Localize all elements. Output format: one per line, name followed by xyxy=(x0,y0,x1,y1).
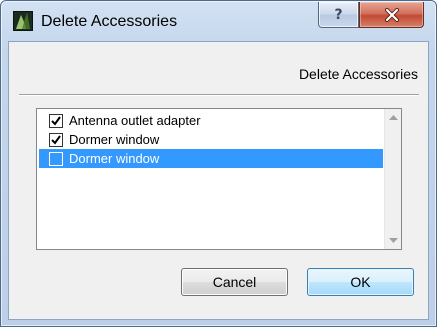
window-title: Delete Accessories xyxy=(41,13,178,30)
cancel-button[interactable]: Cancel xyxy=(181,268,288,296)
arrow-up-icon xyxy=(389,114,398,120)
ok-button[interactable]: OK xyxy=(307,268,414,296)
separator xyxy=(19,94,419,96)
item-label: Antenna outlet adapter xyxy=(69,113,201,128)
dialog-window: Delete Accessories ? Delete Accessories xyxy=(0,0,437,327)
dialog-body: Delete Accessories Antenna outlet adapte… xyxy=(8,41,429,320)
help-icon: ? xyxy=(334,6,343,23)
close-icon xyxy=(384,7,399,22)
checkmark-icon xyxy=(51,134,61,145)
arrow-down-icon xyxy=(389,237,398,243)
vertical-scrollbar[interactable] xyxy=(384,109,401,249)
list-item-selected[interactable]: Dormer window xyxy=(39,149,383,168)
close-button[interactable] xyxy=(359,2,424,28)
checkmark-icon xyxy=(51,115,61,126)
item-label: Dormer window xyxy=(69,151,160,166)
accessories-list[interactable]: Antenna outlet adapter Dormer window Dor… xyxy=(36,108,402,250)
item-checkbox[interactable] xyxy=(49,113,63,128)
item-checkbox[interactable] xyxy=(49,132,63,147)
scroll-down-button[interactable] xyxy=(385,232,402,249)
app-icon xyxy=(13,11,33,31)
item-label: Dormer window xyxy=(69,132,160,147)
title-bar[interactable]: Delete Accessories ? xyxy=(1,1,436,34)
scroll-up-button[interactable] xyxy=(385,109,402,126)
list-item[interactable]: Dormer window xyxy=(39,130,383,149)
help-button[interactable]: ? xyxy=(318,2,359,28)
list-item[interactable]: Antenna outlet adapter xyxy=(39,111,383,130)
dialog-subtitle: Delete Accessories xyxy=(298,66,418,82)
list-content: Antenna outlet adapter Dormer window Dor… xyxy=(37,109,385,249)
item-checkbox[interactable] xyxy=(49,151,63,166)
